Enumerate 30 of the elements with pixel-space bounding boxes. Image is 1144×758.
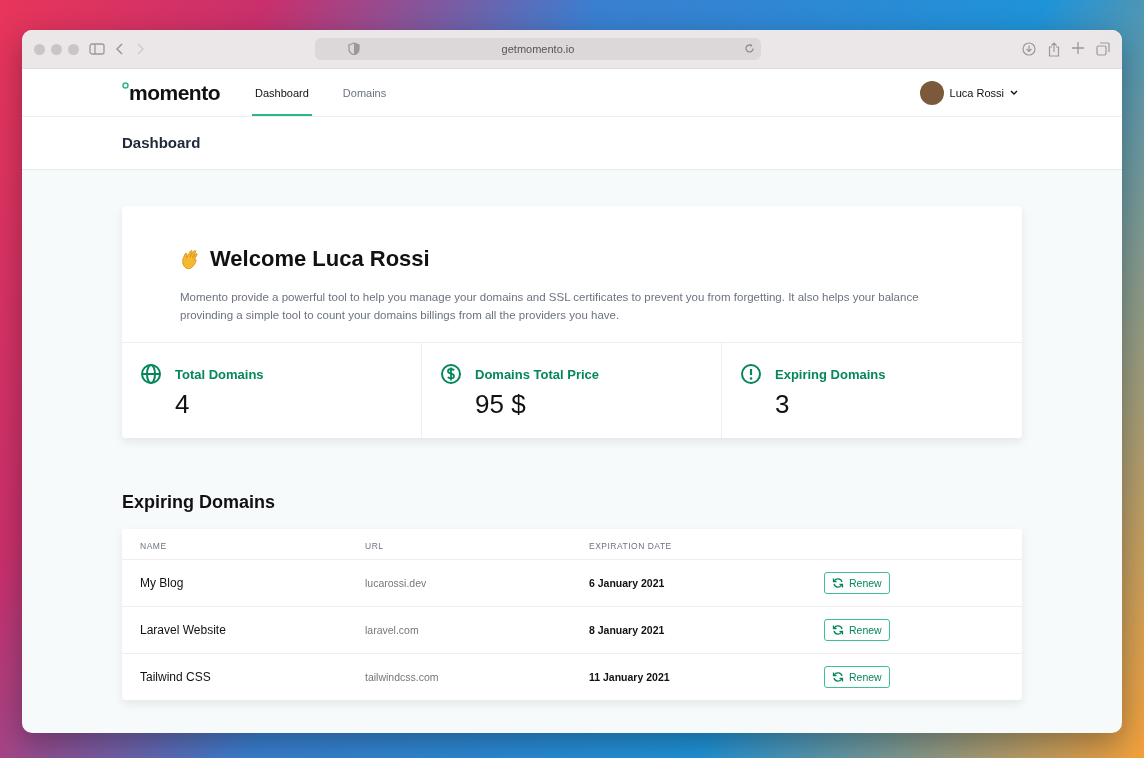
table-cell: My Blog: [140, 576, 184, 590]
logo-text[interactable]: momento: [129, 81, 220, 104]
renew-button[interactable]: Renew: [824, 572, 890, 594]
column-header: URL: [365, 540, 385, 553]
stat-value: 95 $: [475, 389, 527, 420]
stat-value: 4: [175, 389, 191, 420]
date-text: 6 January 2021: [589, 577, 665, 589]
stat-label: Expiring Domains: [775, 366, 887, 382]
column-header: NAME: [139, 540, 168, 553]
url-text: lucarossi.dev: [365, 577, 427, 589]
nav-tab[interactable]: Domains: [339, 69, 390, 116]
table-cell: Tailwind CSS: [140, 670, 211, 684]
renew-button[interactable]: Renew: [824, 666, 890, 688]
address-bar[interactable]: getmomento.io: [315, 38, 761, 60]
user-name: Luca Rossi: [949, 86, 1004, 99]
renew-button[interactable]: Renew: [824, 619, 890, 641]
stat-label: Total Domains: [175, 366, 265, 382]
url-text: laravel.com: [365, 624, 419, 636]
stat-label: Domains Total Price: [475, 366, 600, 382]
section-title: Expiring Domains: [122, 492, 277, 513]
date-text: 8 January 2021: [589, 624, 665, 636]
welcome-title: Welcome Luca Rossi: [210, 246, 430, 272]
column-header: EXPIRATION DATE: [589, 540, 673, 553]
url-text: tailwindcss.com: [365, 671, 439, 683]
date-text: 11 January 2021: [589, 671, 670, 683]
page-title: Dashboard: [122, 134, 202, 151]
welcome-text: Momento provide a powerful tool to help you manage your domains and SSL certificates to prevent you from forgetting. It also helps your balance provinding a simple tool to count your domains billings from all the providers you have.: [180, 290, 920, 323]
stat-value: 3: [775, 389, 791, 420]
user-menu[interactable]: Luca Rossi: [919, 80, 1018, 105]
table-cell: Laravel Website: [140, 623, 226, 637]
